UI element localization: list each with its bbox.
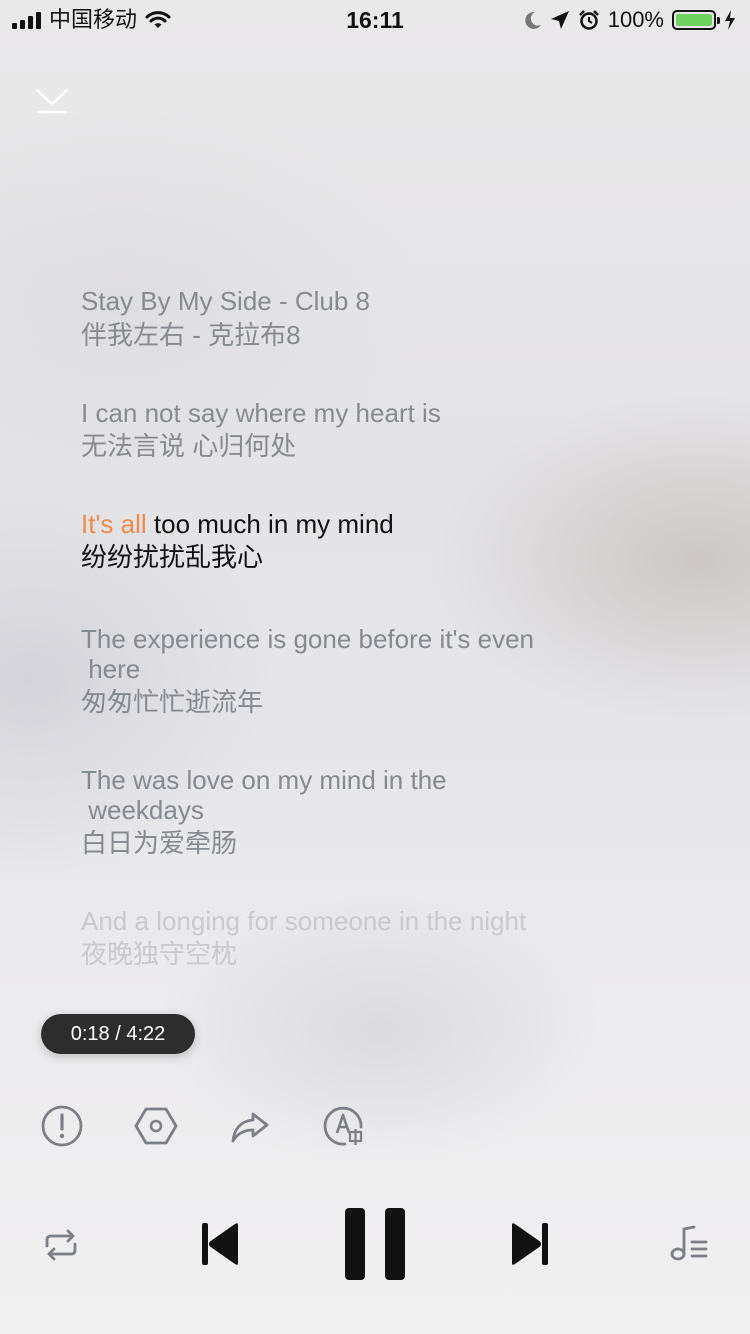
alarm-icon <box>578 10 599 30</box>
next-track-button[interactable] <box>508 1220 552 1268</box>
report-icon <box>41 1105 83 1147</box>
location-arrow-icon <box>550 11 569 29</box>
playback-time-badge: 0:18 / 4:22 <box>41 1014 195 1054</box>
status-bar: 中国移动 16:11 100% <box>0 0 750 40</box>
song-title-translation: 伴我左右 - 克拉布8 <box>81 320 301 350</box>
lyric-line[interactable]: The experience is gone before it's even … <box>81 624 621 717</box>
chevron-down-collapse-icon <box>36 89 68 114</box>
repeat-button[interactable] <box>42 1226 80 1264</box>
playlist-icon <box>670 1225 708 1261</box>
lyric-sung-portion: It's all <box>81 509 147 539</box>
lyric-line[interactable]: The was love on my mind in the weekdays … <box>81 765 621 858</box>
lyric-translation: 纷纷扰扰乱我心 <box>81 542 264 572</box>
previous-icon <box>202 1223 238 1265</box>
lyric-text: And a longing for someone in the night <box>81 906 527 936</box>
collapse-player-button[interactable] <box>32 82 72 122</box>
battery-percent: 100% <box>607 7 664 32</box>
lyric-text-line-1: The experience is gone before it's even <box>81 624 535 654</box>
report-button[interactable] <box>37 1101 87 1151</box>
pause-button[interactable] <box>343 1206 407 1282</box>
next-icon <box>512 1223 548 1265</box>
repeat-icon <box>45 1229 77 1261</box>
lyric-translation: 无法言说 心归何处 <box>81 431 297 461</box>
lyric-translation: 匆匆忙忙逝流年 <box>81 687 264 717</box>
lyrics-panel[interactable]: Stay By My Side - Club 8 伴我左右 - 克拉布8 I c… <box>81 286 621 969</box>
lyric-line-current[interactable]: It's all too much in my mind 纷纷扰扰乱我心 <box>81 509 621 572</box>
lyric-text: I can not say where my heart is <box>81 398 441 428</box>
settings-hexagon-icon <box>134 1107 178 1145</box>
previous-track-button[interactable] <box>198 1220 242 1268</box>
lyric-line[interactable]: And a longing for someone in the night 夜… <box>81 906 621 969</box>
lyric-text: It's all too much in my mind <box>81 509 621 539</box>
battery-icon <box>672 10 720 30</box>
charging-bolt-icon <box>725 10 735 30</box>
share-button[interactable] <box>225 1101 275 1151</box>
lyric-line[interactable]: I can not say where my heart is 无法言说 心归何… <box>81 398 621 461</box>
moon-icon <box>525 11 541 29</box>
playlist-button[interactable] <box>668 1224 710 1264</box>
lyric-text-line-1: The was love on my mind in the <box>81 765 447 795</box>
song-title: Stay By My Side - Club 8 <box>81 286 370 316</box>
song-title-block: Stay By My Side - Club 8 伴我左右 - 克拉布8 <box>81 286 621 350</box>
lyric-text-line-2: weekdays <box>81 795 204 825</box>
translate-button[interactable] <box>319 1101 369 1151</box>
share-icon <box>231 1112 269 1143</box>
lyric-translation: 夜晚独守空枕 <box>81 939 238 969</box>
translate-icon <box>323 1106 363 1146</box>
lyric-text-line-2: here <box>81 654 141 684</box>
sound-settings-button[interactable] <box>131 1101 181 1151</box>
lyric-unsung-portion: too much in my mind <box>146 509 394 539</box>
lyric-translation: 白日为爱牵肠 <box>81 828 238 858</box>
pause-icon <box>345 1208 405 1280</box>
